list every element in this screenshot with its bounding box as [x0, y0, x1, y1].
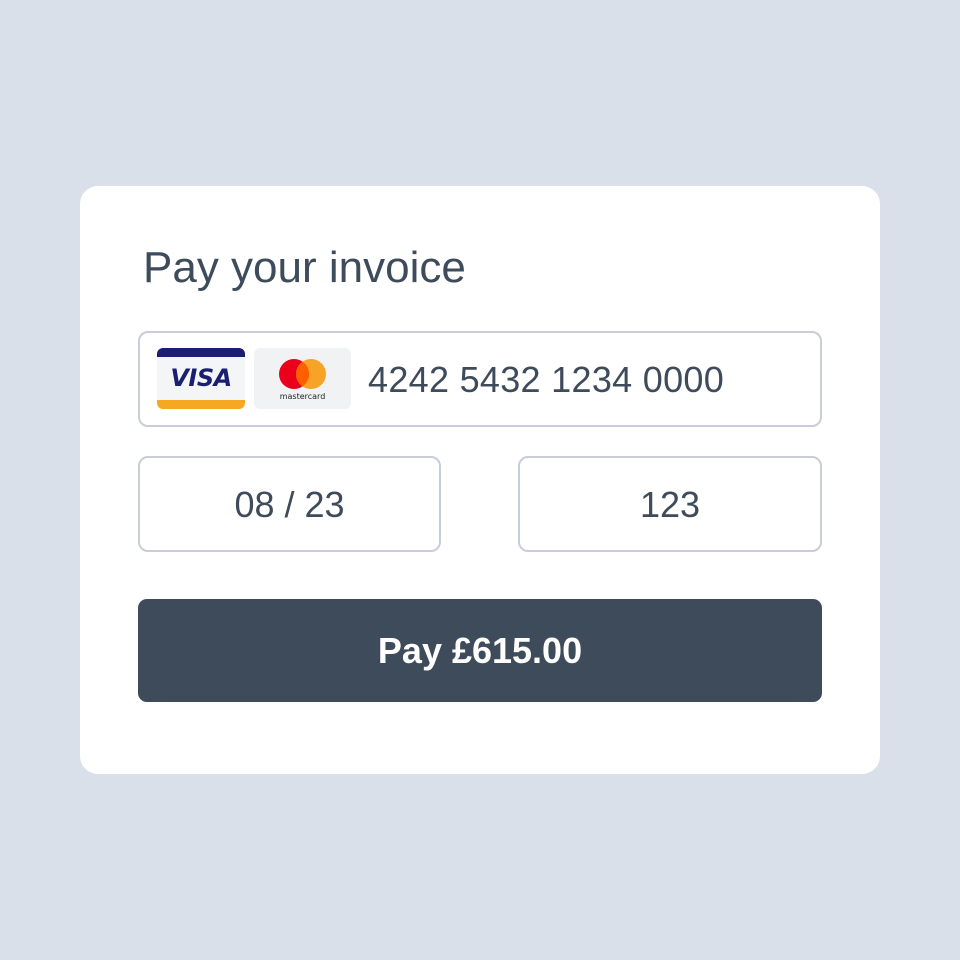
card-number-field[interactable]: VISA mastercard 4242 5432 1234 0000 [138, 331, 822, 427]
visa-stripe-top [157, 348, 245, 357]
mastercard-wordmark: mastercard [280, 392, 326, 401]
cvc-value[interactable]: 123 [520, 482, 820, 528]
expiry-value[interactable]: 08 / 23 [140, 482, 439, 528]
expiry-field[interactable]: 08 / 23 [138, 456, 441, 552]
payment-card: Pay your invoice VISA mastercard 4242 54… [80, 186, 880, 774]
visa-logo: VISA [157, 348, 245, 409]
pay-button[interactable]: Pay £615.00 [138, 599, 822, 702]
cvc-field[interactable]: 123 [518, 456, 822, 552]
mastercard-icon: mastercard [279, 359, 326, 401]
card-number-value[interactable]: 4242 5432 1234 0000 [368, 357, 724, 403]
visa-stripe-bottom [157, 400, 245, 409]
page-title: Pay your invoice [143, 243, 466, 292]
mastercard-logo: mastercard [254, 348, 351, 409]
visa-wordmark: VISA [170, 364, 232, 392]
